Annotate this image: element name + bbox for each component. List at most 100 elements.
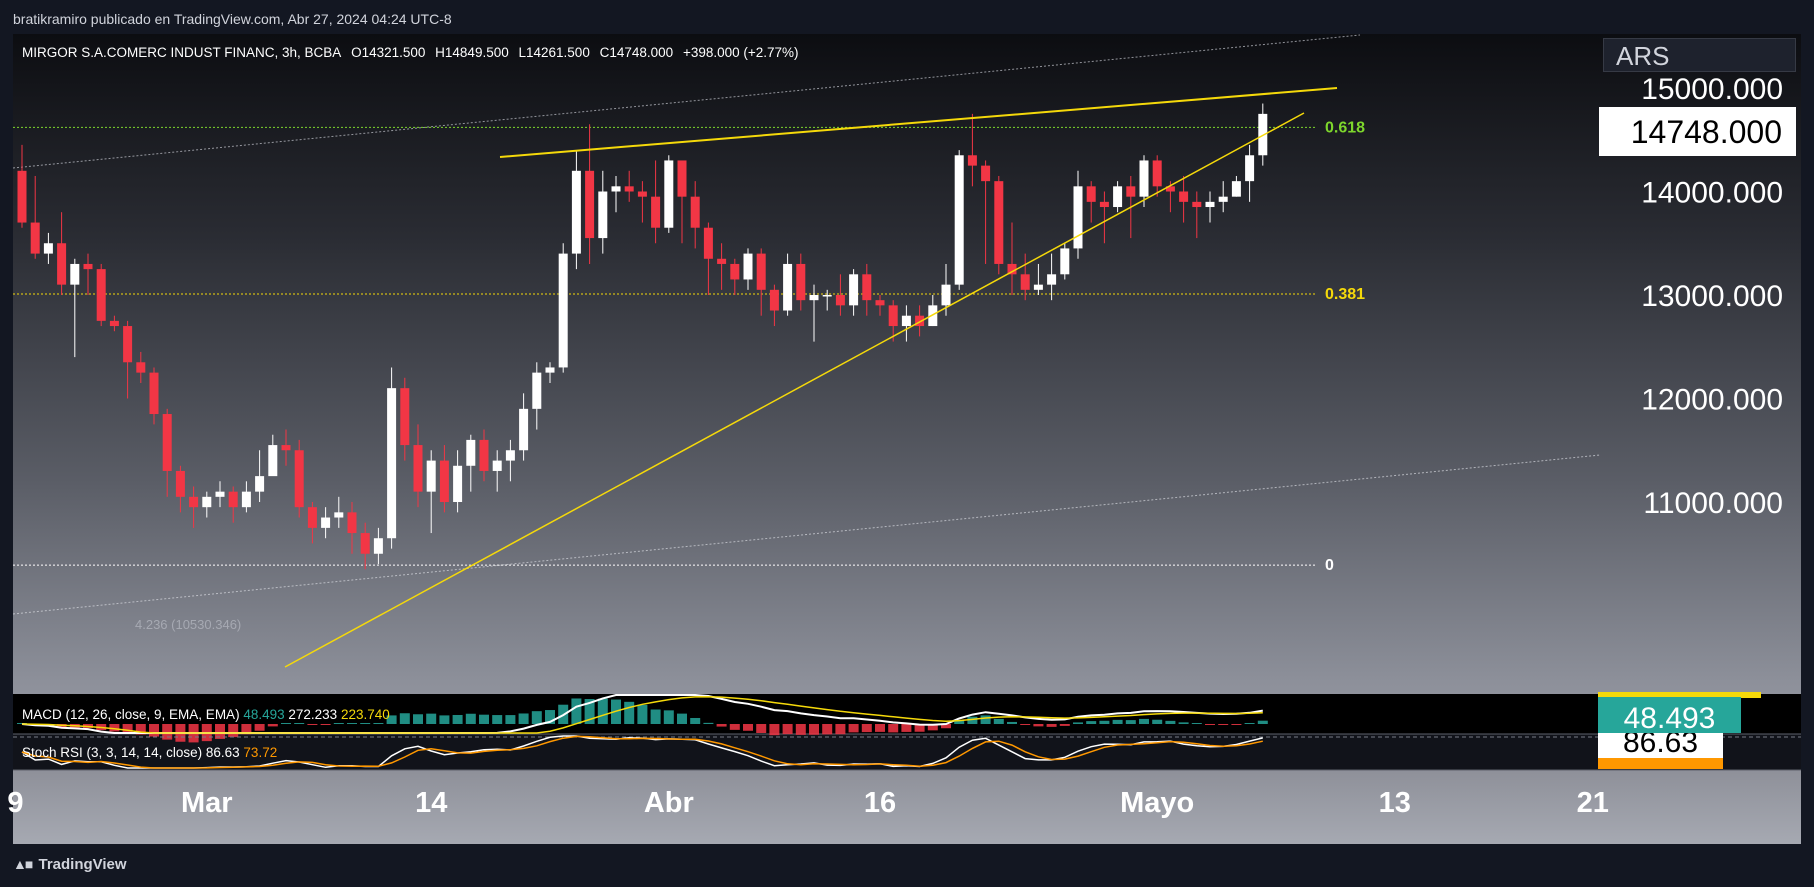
candle-body [941,284,951,306]
candle-body [123,326,133,363]
candle-body [1218,196,1228,202]
candle-body [321,517,331,528]
stoch-rsi-value-tag: 86.63 [1598,733,1723,769]
brand-name: TradingView [38,856,127,873]
macd-histogram-bar [1231,724,1242,725]
legend-open: O14321.500 [351,45,426,60]
candle-body [255,476,265,492]
time-axis-bg [13,770,1801,844]
macd-histogram-bar [637,704,648,724]
currency-selector[interactable]: ARS [1603,38,1796,72]
macd-histogram-bar [1007,721,1017,724]
macd-histogram-bar [861,724,872,733]
time-axis-tick: Mayo [1120,787,1194,819]
candle-body [835,295,845,306]
candle-body [43,243,53,254]
stoch-rsi-label: Stoch RSI (3, 3, 14, 14, close) [22,745,203,760]
candle-body [571,170,581,254]
candle-body [888,305,898,327]
candle-body [400,388,410,446]
candle-body [466,439,476,466]
candle-body [1205,201,1215,208]
candle-body [703,227,713,259]
candle-body [664,160,674,228]
macd-histogram-bar [1073,722,1083,724]
macd-histogram-bar [452,714,463,724]
candle-body [202,496,212,508]
candle-body [585,170,595,239]
macd-histogram-bar [1046,724,1057,727]
macd-histogram-bar [1139,718,1149,724]
candle-body [57,243,67,285]
candle-body [228,491,238,508]
macd-histogram-bar [716,724,727,727]
macd-histogram-bar [228,724,239,738]
macd-histogram-bar [1125,720,1136,724]
candle-body [717,258,727,264]
candle-body [1245,155,1255,182]
candle-body [901,315,911,327]
macd-histogram-bar [901,724,912,732]
candle-body [532,372,542,409]
candle-body [994,181,1004,264]
macd-signal-value: 223.740 [340,707,390,722]
candle-body [769,289,779,311]
macd-histogram-bar [1205,724,1215,725]
candle-body [611,186,621,192]
candle-body [492,460,502,471]
macd-histogram-bar [835,724,846,735]
macd-label: MACD (12, 26, close, 9, EMA, EMA) [22,707,240,722]
macd-histogram-bar [571,698,582,724]
tradingview-brand: ▲■ TradingView [13,856,127,873]
candle-body [453,465,463,502]
symbol-legend: MIRGOR S.A.COMERC INDUST FINANC, 3h, BCB… [22,45,805,60]
macd-histogram-bar [333,723,344,724]
candle-body [598,191,608,239]
legend-change: +398.000 (+2.77%) [682,45,799,60]
macd-histogram-bar [597,698,608,724]
candle-body [796,263,806,301]
candle-body [175,470,185,497]
candle-body [387,388,397,539]
candle-body [651,196,661,228]
macd-histogram-bar [1218,724,1229,725]
macd-histogram-bar [1099,720,1110,724]
macd-histogram-bar [888,724,899,733]
time-axis-tick: 13 [1379,787,1411,819]
macd-histogram-bar [703,722,714,724]
macd-histogram-bar [993,718,1004,724]
macd-histogram-bar [1244,723,1255,724]
macd-histogram-bar [1086,721,1097,724]
candle-body [981,165,991,182]
candle-body [1073,186,1083,249]
candle-body [294,450,304,508]
macd-histogram-bar [1033,724,1044,727]
candle-body [1047,274,1057,285]
macd-histogram-bar [518,713,529,724]
candle-body [558,253,568,368]
macd-histogram-bar [426,713,437,724]
candle-body [83,263,93,270]
candle-body [545,367,555,373]
macd-histogram-bar [465,713,476,724]
candle-body [862,274,872,301]
time-axis-tick: Abr [644,787,694,819]
candle-body [1179,191,1189,202]
candle-body [743,253,753,280]
candle-body [268,445,278,477]
macd-histogram-bar [809,724,819,735]
macd-histogram-bar [1178,722,1189,724]
price-axis-tick: 12000.000 [1641,384,1783,417]
macd-histogram-bar [782,724,793,735]
legend-high: H14849.500 [435,45,509,60]
candle-body [189,496,199,508]
macd-histogram-bar [1112,719,1123,724]
price-axis-tick: 14000.000 [1641,177,1783,210]
macd-legend: MACD (12, 26, close, 9, EMA, EMA) 48.493… [22,707,390,722]
candle-body [1152,160,1162,187]
candle-body [756,253,766,290]
fib-level-label: 0 [1325,557,1334,574]
candle-body [505,450,515,461]
time-axis-tick: Mar [181,787,233,819]
macd-histogram-bar [413,714,423,724]
